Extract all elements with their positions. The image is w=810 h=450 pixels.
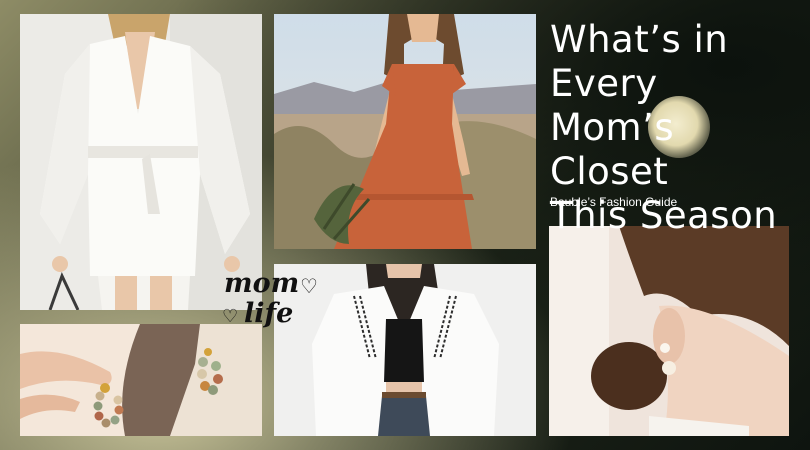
mom-life-line-2: life [244, 298, 294, 329]
title-line-2: Mom’s Closet [550, 106, 675, 193]
subtitle: Bauble’s Fashion Guide [550, 195, 678, 209]
title-line-1: What’s in Every [550, 18, 729, 105]
heart-icon: ♡ [222, 306, 239, 327]
heart-icon: ♡ [300, 274, 318, 298]
rust-dress-desert-photo [274, 14, 536, 249]
pearl-earring-photo [549, 226, 789, 436]
mom-life-stamp: mom ♡ ♡ life [222, 268, 326, 344]
mom-life-line-1: mom [224, 268, 300, 299]
white-kimono-set-photo [20, 14, 262, 310]
